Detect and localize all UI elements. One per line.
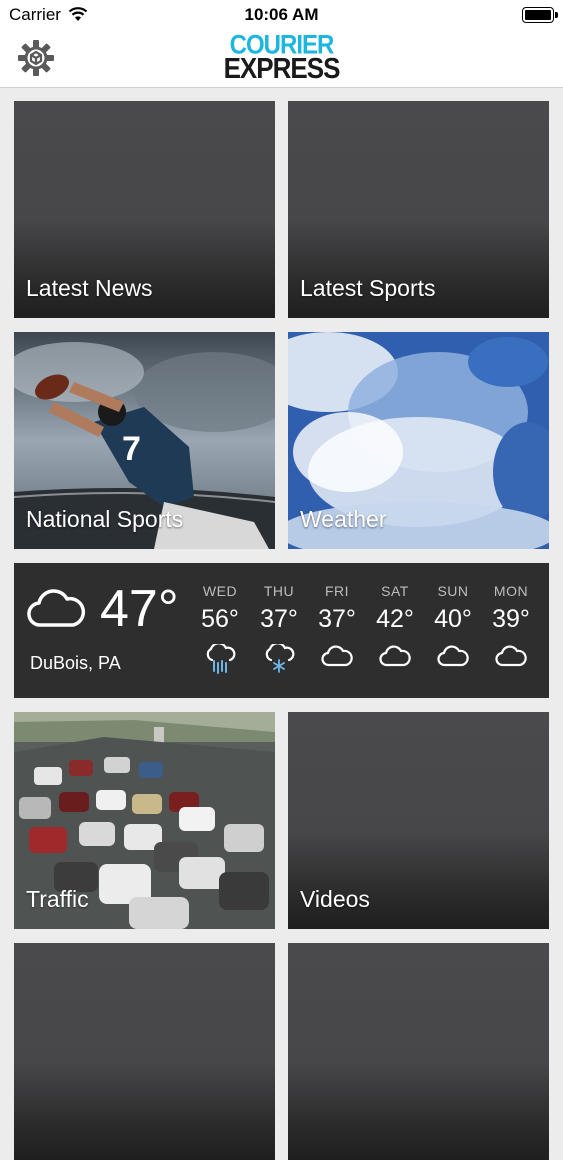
- forecast-day-name: MON: [493, 583, 529, 599]
- tile-national-sports[interactable]: 7 National Sports: [14, 332, 275, 549]
- forecast-day: WED 56°: [191, 583, 249, 674]
- tile-weather[interactable]: Weather: [288, 332, 549, 549]
- forecast-day-name: FRI: [324, 583, 350, 599]
- svg-text:7: 7: [122, 430, 141, 468]
- tile-videos[interactable]: Videos: [288, 712, 549, 929]
- tile-partial-left[interactable]: [14, 943, 275, 1160]
- snow-cloud-icon: [250, 644, 308, 674]
- logo-line2: EXPRESS: [223, 51, 341, 85]
- forecast-day-name: THU: [263, 583, 295, 599]
- tile-partial-right[interactable]: [288, 943, 549, 1160]
- rain-cloud-icon: [191, 644, 249, 674]
- status-bar: Carrier 10:06 AM: [0, 0, 563, 30]
- tile-traffic[interactable]: Traffic: [14, 712, 275, 929]
- weather-widget[interactable]: 47° DuBois, PA WED 56° THU 37° FRI 37° S…: [14, 563, 549, 698]
- forecast-day: THU 37°: [250, 583, 308, 674]
- battery-icon: [522, 7, 558, 23]
- forecast-day: SAT 42°: [366, 583, 424, 668]
- forecast-temp: 39°: [492, 605, 530, 633]
- tile-label: National Sports: [26, 506, 184, 532]
- forecast-temp: 40°: [434, 605, 472, 633]
- cloud-icon: [482, 644, 540, 668]
- forecast-day: SUN 40°: [424, 583, 482, 668]
- forecast-day-name: SUN: [437, 583, 469, 599]
- cloud-icon: [308, 644, 366, 668]
- tile-label: Latest Sports: [300, 275, 436, 301]
- forecast-temp: 37°: [318, 605, 356, 633]
- tile-label: Videos: [300, 886, 370, 912]
- cloud-icon: [424, 644, 482, 668]
- tile-latest-news[interactable]: Latest News: [14, 101, 275, 318]
- location-label: DuBois, PA: [30, 653, 121, 673]
- forecast-temp: 56°: [201, 605, 239, 633]
- clock: 10:06 AM: [244, 5, 319, 24]
- forecast-day: MON 39°: [482, 583, 540, 668]
- current-temperature: 47°: [100, 580, 179, 638]
- cloud-icon: [366, 644, 424, 668]
- tile-label: Latest News: [26, 275, 153, 301]
- tile-label: Weather: [300, 506, 387, 532]
- forecast-temp: 42°: [376, 605, 414, 633]
- forecast-day: FRI 37°: [308, 583, 366, 668]
- courier-express-logo: COURIER EXPRESS: [0, 32, 563, 85]
- tile-label: Traffic: [26, 886, 89, 912]
- nav-bar: COURIER EXPRESS: [0, 30, 563, 88]
- forecast-day-name: SAT: [381, 583, 409, 599]
- forecast-temp: 37°: [260, 605, 298, 633]
- forecast-day-name: WED: [202, 583, 238, 599]
- tile-latest-sports[interactable]: Latest Sports: [288, 101, 549, 318]
- cloud-icon: [27, 587, 86, 634]
